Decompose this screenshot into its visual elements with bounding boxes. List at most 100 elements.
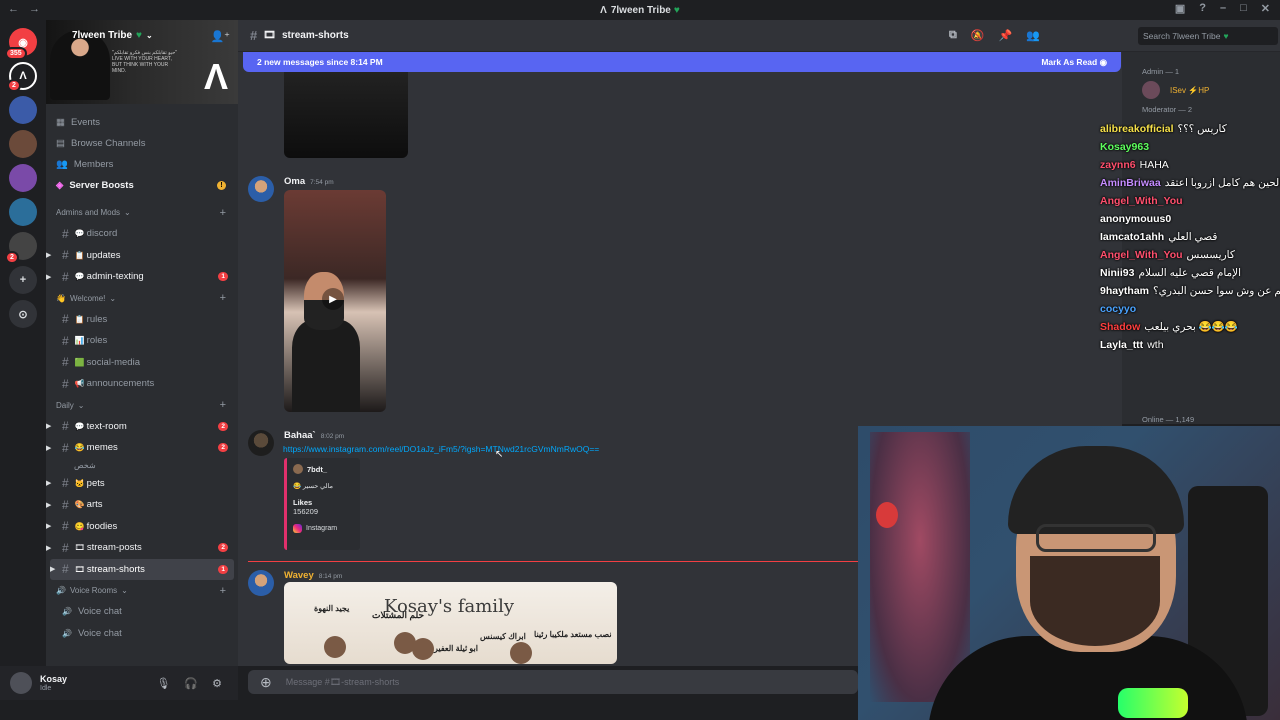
message-author[interactable]: Bahaa` <box>284 430 316 441</box>
family-image-attachment[interactable]: Kosay's family يجيد النهوة حلم المشتلات … <box>284 582 617 664</box>
server-icon[interactable] <box>9 96 37 124</box>
chat-username: Angel_With_You <box>1100 249 1183 261</box>
boosts-label: Server Boosts <box>69 180 134 191</box>
maximize-icon[interactable]: □ <box>1240 2 1247 15</box>
help-icon[interactable]: ? <box>1199 2 1206 15</box>
channel-roles[interactable]: # 📊 roles <box>46 330 238 352</box>
channel-emoji-icon: 🎨 <box>74 500 85 510</box>
message-author[interactable]: Oma <box>284 176 305 187</box>
category-admins[interactable]: Admins and Mods ⌄ + <box>46 202 238 223</box>
channel-updates[interactable]: ▶ # 📋 updates <box>46 245 238 267</box>
message-composer[interactable]: ⊕ Message #🎞-stream-shorts <box>248 670 858 694</box>
member-item[interactable]: ISev ⚡HP <box>1122 78 1280 102</box>
channel-label: stream-shorts <box>86 563 145 575</box>
events-label: Events <box>70 117 101 128</box>
caret-right-icon: ▶ <box>46 252 52 260</box>
add-channel-icon[interactable]: + <box>220 292 226 304</box>
family-image-label: ابو ثيلة العفير <box>434 644 478 653</box>
add-channel-icon[interactable]: + <box>220 399 226 411</box>
mark-as-read-button[interactable]: Mark As Read ◉ <box>1041 57 1107 68</box>
headphones-icon[interactable]: 🎧 <box>184 677 198 690</box>
channel-label: announcements <box>86 378 155 390</box>
forward-arrow-icon[interactable]: → <box>29 3 40 15</box>
channel-social-media[interactable]: # 🟩 social-media <box>46 352 238 374</box>
instagram-embed[interactable]: 7bdt_ 😂 مالي حسير Likes 156209 Instagram <box>284 458 360 550</box>
server-name[interactable]: 7lween Tribe ♥ ⌄ <box>72 30 153 41</box>
back-arrow-icon[interactable]: ← <box>8 3 19 15</box>
server-banner[interactable]: 7lween Tribe ♥ ⌄ 👤⁺ "حيو تقابلكم بنس فكر… <box>46 20 238 104</box>
embed-author[interactable]: 7bdt_ <box>293 464 354 474</box>
server-icon[interactable]: ◉ 355 <box>5 28 37 60</box>
video-attachment[interactable]: ▶ <box>284 190 386 412</box>
threads-icon[interactable]: ⧉ <box>949 29 957 42</box>
avatar[interactable] <box>248 430 274 456</box>
voice-channel-list: 🔊 Voice chat 🔊 Voice chat <box>46 601 238 644</box>
play-icon[interactable]: ▶ <box>322 288 344 310</box>
image-attachment[interactable] <box>284 72 408 158</box>
chat-username: AminBriwaa <box>1100 177 1161 189</box>
unread-badge: 1 <box>218 564 228 574</box>
member-list-icon[interactable]: 👥 <box>1026 29 1040 42</box>
server-boosts-item[interactable]: ◈ Server Boosts! <box>46 175 238 196</box>
server-icon[interactable] <box>9 164 37 192</box>
hash-icon: # <box>62 248 69 263</box>
message-author[interactable]: Wavey <box>284 570 314 581</box>
channel-pets[interactable]: ▶ # 🐱 pets <box>46 473 238 495</box>
add-server-icon[interactable]: + <box>9 266 37 294</box>
chat-username: zaynn6 <box>1100 159 1136 171</box>
invite-icon[interactable]: 👤⁺ <box>210 30 230 43</box>
inbox-icon[interactable]: ▣ <box>1175 2 1185 15</box>
channel-label: updates <box>86 249 121 261</box>
chat-username: cocyyo <box>1100 303 1137 315</box>
server-icon[interactable] <box>9 198 37 226</box>
channel-admin-texting[interactable]: ▶ # 💬 admin-texting 1 <box>46 266 238 288</box>
mute-bell-icon[interactable]: 🔕 <box>971 29 985 42</box>
members-item[interactable]: 👥 Members <box>46 154 238 175</box>
channel-foodies[interactable]: ▶ # 😋 foodies <box>46 516 238 538</box>
channel-text-room[interactable]: ▶ # 💬 text-room 2 <box>46 416 238 438</box>
add-channel-icon[interactable]: + <box>220 207 226 219</box>
channel-announcements[interactable]: # 📢 announcements <box>46 373 238 395</box>
calendar-icon: ▦ <box>56 117 65 128</box>
category-welcome[interactable]: 👋 Welcome! ⌄ + <box>46 288 238 309</box>
avatar[interactable] <box>248 176 274 202</box>
channel-label: memes <box>86 442 118 454</box>
channel-label: stream-posts <box>86 542 142 554</box>
unread-badge: 2 <box>218 443 228 453</box>
channel-stream-posts[interactable]: ▶ # 🎞 stream-posts 2 <box>46 537 238 559</box>
channel-rules[interactable]: # 📋 rules <box>46 309 238 331</box>
discord-app: ← → Λ 7lween Tribe ♥ ▣ ? – □ ✕ ◉ 355 Λ 2 2 + ⊙… <box>0 0 1280 720</box>
avatar[interactable] <box>10 672 32 694</box>
server-icon[interactable]: Λ2 <box>7 62 37 92</box>
new-messages-bar[interactable]: 2 new messages since 8:14 PM Mark As Rea… <box>243 52 1121 72</box>
search-input[interactable]: Search 7lween Tribe ♥ <box>1138 27 1278 45</box>
category-voice[interactable]: 🔊 Voice Rooms ⌄ + <box>46 580 238 601</box>
voice-channel[interactable]: 🔊 Voice chat <box>46 601 238 623</box>
message-link[interactable]: https://www.instagram.com/reel/DO1aJz_iF… <box>283 444 653 454</box>
add-attachment-icon[interactable]: ⊕ <box>260 674 272 691</box>
add-channel-icon[interactable]: + <box>220 585 226 597</box>
chat-text: قصي العلي <box>1168 231 1218 243</box>
chat-text: روم الحين هم كامل ازروبا اعتقد <box>1164 177 1280 189</box>
pin-icon[interactable]: 📌 <box>999 29 1013 42</box>
category-daily[interactable]: Daily ⌄ + <box>46 395 238 416</box>
discover-icon[interactable]: ⊙ <box>9 300 37 328</box>
server-icon[interactable]: 2 <box>5 232 37 264</box>
voice-channel[interactable]: 🔊 Voice chat <box>46 623 238 645</box>
microphone-icon[interactable]: 🎙 <box>156 677 170 690</box>
gear-icon[interactable]: ⚙ <box>212 677 222 690</box>
emoji-icon: 😂 <box>293 483 302 490</box>
thread-item[interactable]: شخص <box>46 459 238 473</box>
voice-channel-label: Voice chat <box>77 627 122 639</box>
webcam-rgb-light <box>1118 688 1188 718</box>
avatar[interactable] <box>248 570 274 596</box>
browse-channels-item[interactable]: ▤ Browse Channels <box>46 133 238 154</box>
minimize-icon[interactable]: – <box>1220 2 1226 15</box>
server-icon[interactable] <box>9 130 37 158</box>
events-item[interactable]: ▦ Events <box>46 112 238 133</box>
channel-memes[interactable]: ▶ # 😂 memes 2 <box>46 437 238 459</box>
channel-discord[interactable]: # 💬 discord <box>46 223 238 245</box>
channel-stream-shorts[interactable]: ▶ # 🎞 stream-shorts 1 <box>50 558 234 580</box>
channel-arts[interactable]: ▶ # 🎨 arts <box>46 494 238 516</box>
close-icon[interactable]: ✕ <box>1261 2 1270 15</box>
